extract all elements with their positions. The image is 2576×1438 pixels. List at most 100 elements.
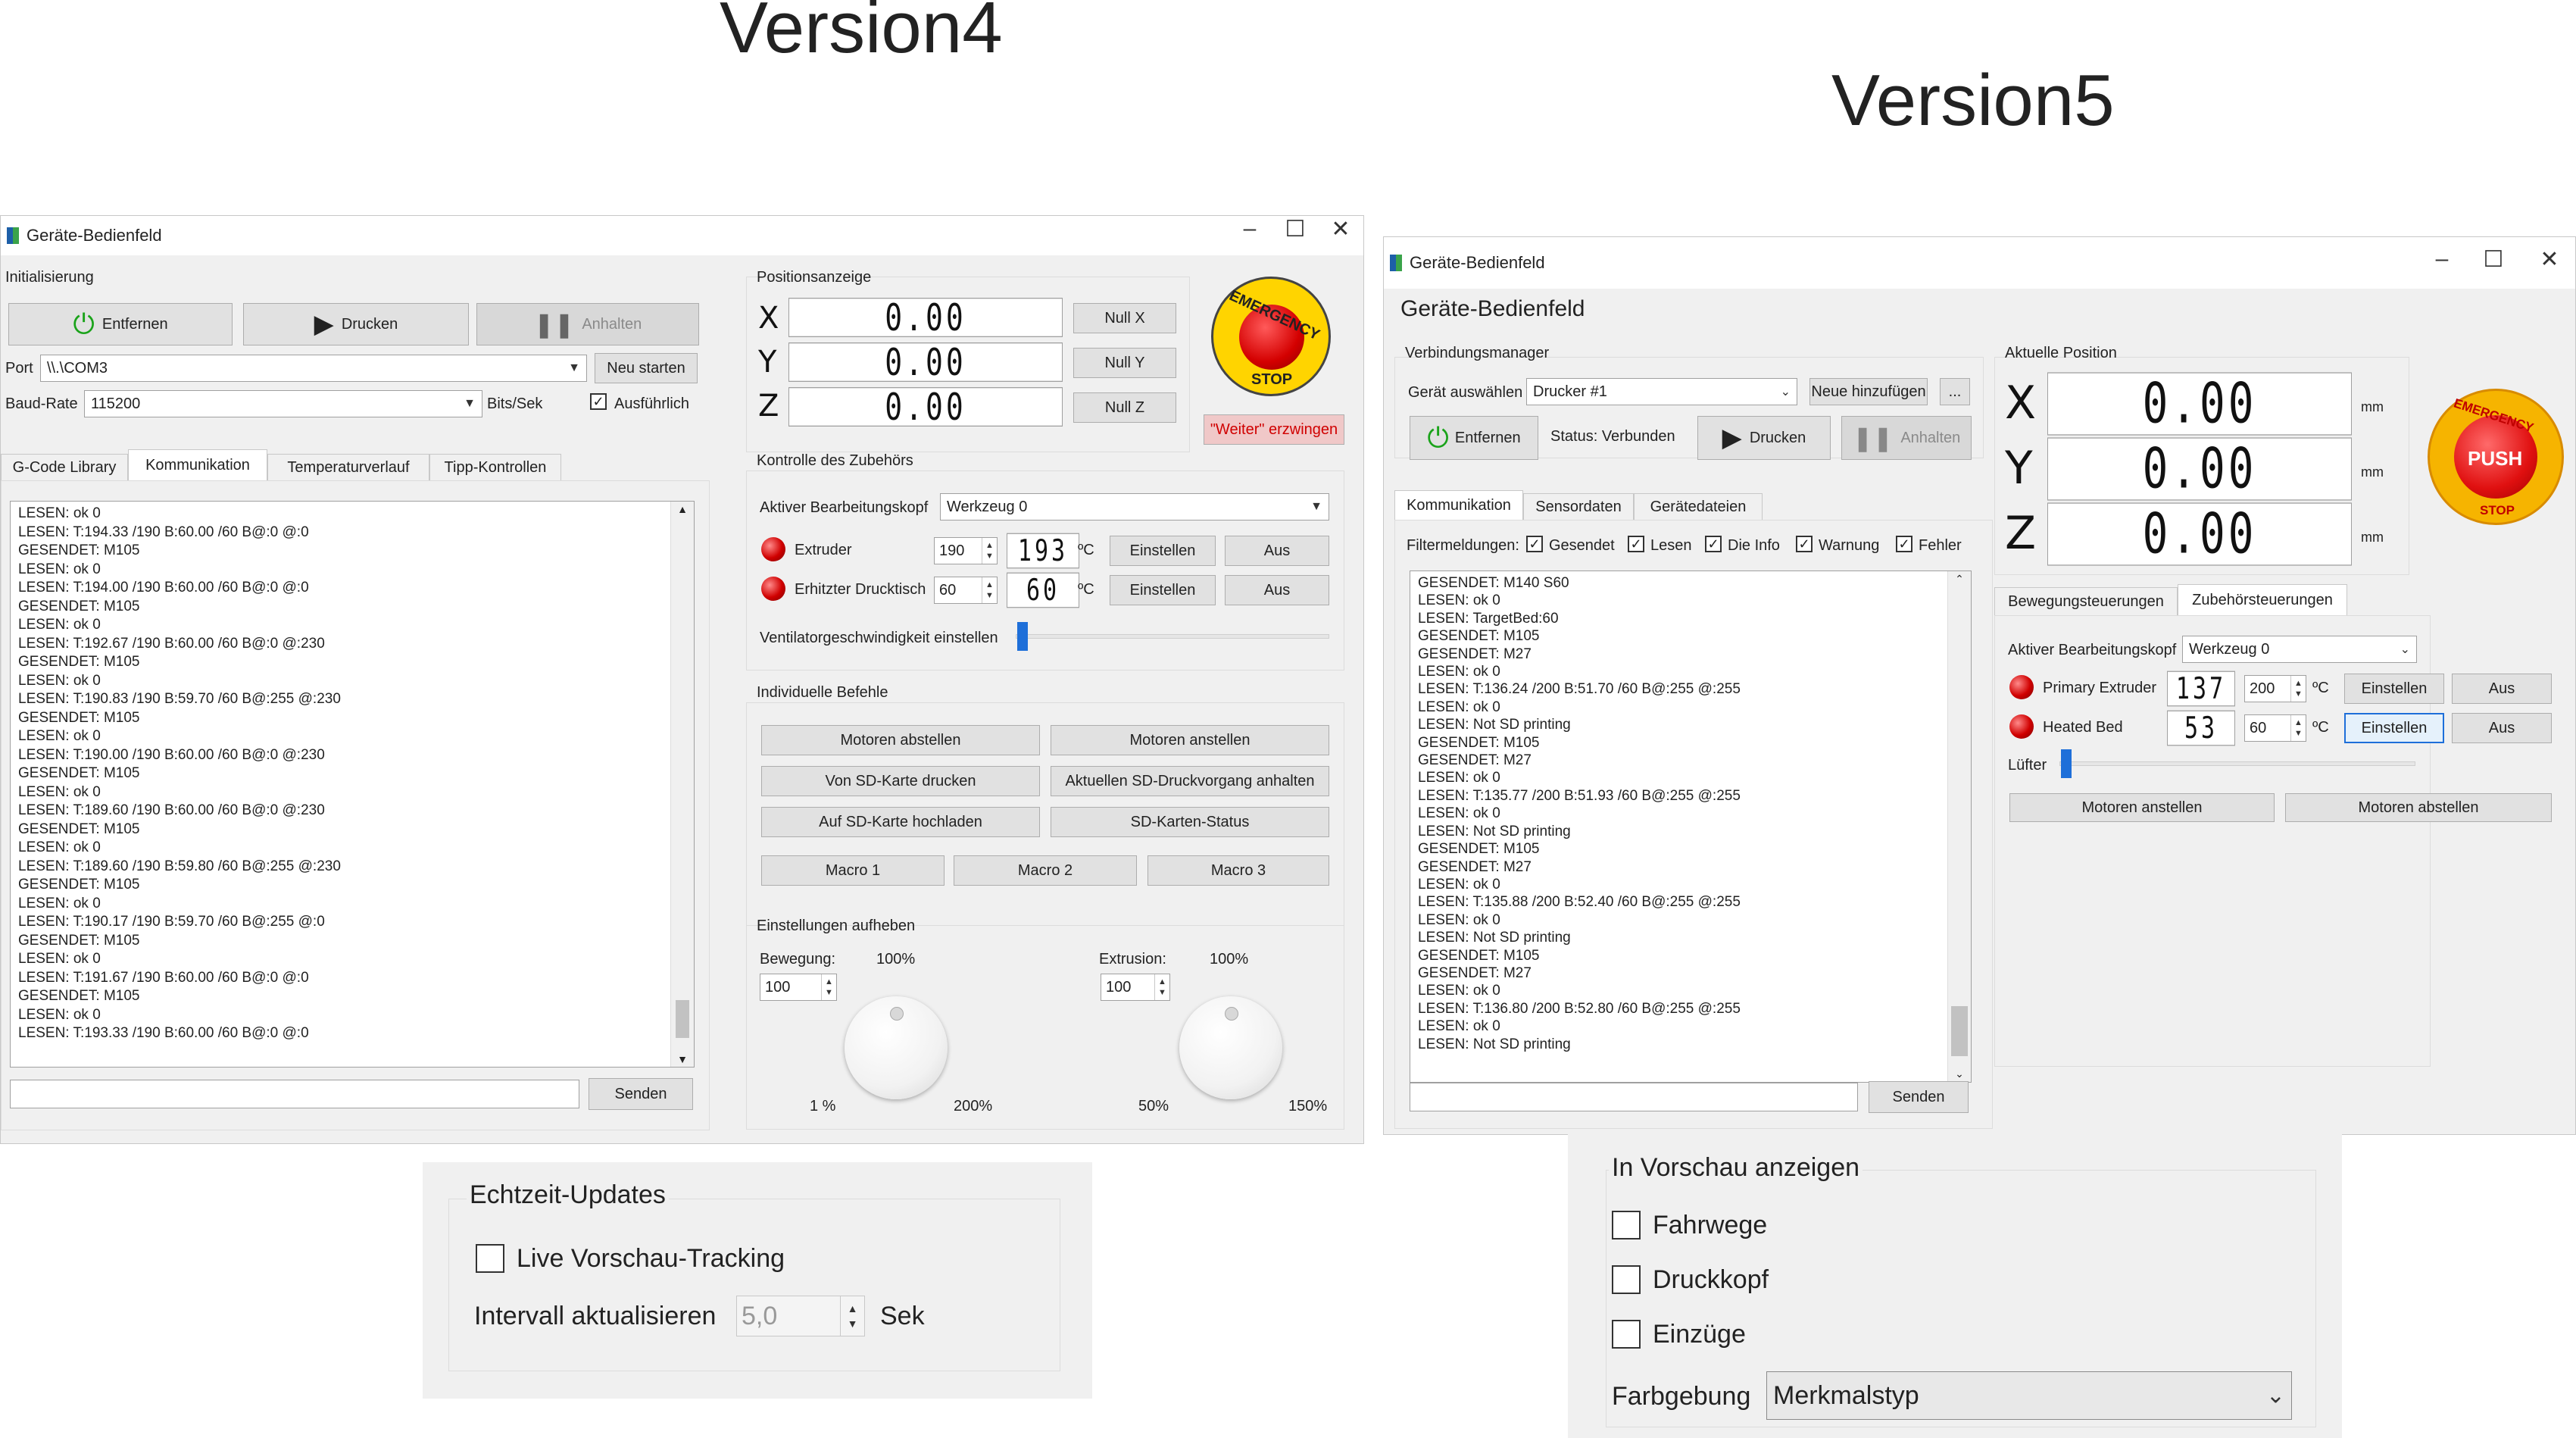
bed-target-spinner[interactable]: 60 ▲ ▼ — [934, 577, 998, 604]
filter-info-checkbox[interactable]: ✓ — [1705, 536, 1722, 552]
device-select[interactable]: Drucker #1 ⌄ — [1526, 378, 1797, 405]
motors-on-button[interactable]: Motoren anstellen — [2009, 793, 2275, 822]
null-x-button[interactable]: Null X — [1073, 303, 1176, 333]
head-select[interactable]: Werkzeug 0 ▼ — [940, 493, 1329, 520]
more-button[interactable]: ... — [1940, 378, 1970, 405]
tab-sensordaten[interactable]: Sensordaten — [1523, 493, 1634, 520]
send-button[interactable]: Senden — [589, 1078, 693, 1110]
send-button[interactable]: Senden — [1869, 1081, 1969, 1113]
scroll-up-icon[interactable]: ▲ — [671, 503, 694, 515]
spinner-arrows-icon[interactable]: ▲ ▼ — [1154, 974, 1169, 1000]
macro-2-button[interactable]: Macro 2 — [954, 855, 1137, 886]
pause-button[interactable]: ❚❚ Anhalten — [476, 303, 699, 345]
print-from-sd-button[interactable]: Von SD-Karte drucken — [761, 766, 1040, 796]
spinner-arrows-icon[interactable]: ▲ ▼ — [2290, 676, 2306, 702]
spinner-arrows-icon[interactable]: ▲ ▼ — [982, 538, 997, 564]
close-icon[interactable]: ✕ — [1318, 216, 1363, 242]
motors-on-button[interactable]: Motoren anstellen — [1051, 725, 1329, 755]
log-scrollbar[interactable]: ⌃ ⌄ — [1947, 571, 1971, 1082]
extruder-set-button[interactable]: Einstellen — [1110, 536, 1216, 566]
filter-sent-checkbox[interactable]: ✓ — [1526, 536, 1543, 552]
move-knob[interactable] — [845, 996, 948, 1099]
print-button[interactable]: ▶ Drucken — [243, 303, 469, 345]
extruder-target-spinner[interactable]: 200 ▲ ▼ — [2244, 675, 2306, 702]
fan-slider-track[interactable] — [1016, 634, 1329, 639]
coloring-select[interactable]: Merkmalstyp ⌄ — [1766, 1371, 2292, 1420]
maximize-icon[interactable]: ☐ — [2471, 246, 2516, 273]
command-input[interactable] — [10, 1080, 579, 1108]
sd-status-button[interactable]: SD-Karten-Status — [1051, 807, 1329, 837]
extruder-set-button[interactable]: Einstellen — [2344, 674, 2444, 704]
minimize-icon[interactable]: – — [1227, 216, 1272, 242]
log-line: LESEN: Not SD printing — [1418, 717, 1571, 733]
filter-error-checkbox[interactable]: ✓ — [1896, 536, 1912, 552]
scroll-down-icon[interactable]: ⌄ — [1948, 1068, 1971, 1080]
fan-slider-thumb[interactable] — [1017, 622, 1028, 651]
v4-log-console[interactable]: LESEN: ok 0 LESEN: T:194.33 /190 B:60.00 … — [10, 501, 695, 1068]
baud-select[interactable]: 115200 ▼ — [84, 390, 482, 417]
bed-set-button[interactable]: Einstellen — [2344, 713, 2444, 743]
scroll-down-icon[interactable]: ▼ — [671, 1053, 694, 1065]
tab-geraetedateien[interactable]: Gerätedateien — [1634, 493, 1763, 520]
port-select[interactable]: \\.\COM3 ▼ — [40, 355, 587, 382]
tab-temperaturverlauf[interactable]: Temperaturverlauf — [267, 454, 429, 481]
pause-sd-print-button[interactable]: Aktuellen SD-Druckvorgang anhalten — [1051, 766, 1329, 796]
tab-bewegungsteuerungen[interactable]: Bewegungsteuerungen — [1994, 587, 2178, 616]
scroll-thumb[interactable] — [1951, 1006, 1968, 1056]
bed-set-button[interactable]: Einstellen — [1110, 575, 1216, 605]
bed-off-button[interactable]: Aus — [1225, 575, 1329, 605]
extruder-off-button[interactable]: Aus — [2452, 674, 2552, 704]
spinner-arrows-icon[interactable]: ▲ ▼ — [821, 974, 836, 1000]
interval-spinner[interactable]: 5,0 ▲ ▼ — [736, 1296, 865, 1336]
print-button[interactable]: ▶ Drucken — [1697, 416, 1831, 460]
emergency-stop-button[interactable]: EMERGENCY STOP — [1211, 277, 1331, 396]
pause-button[interactable]: ❚❚ Anhalten — [1841, 416, 1972, 460]
minimize-icon[interactable]: – — [2419, 246, 2465, 272]
spinner-arrows-icon[interactable]: ▲ ▼ — [840, 1296, 864, 1336]
tab-kommunikation[interactable]: Kommunikation — [128, 449, 267, 481]
printhead-checkbox[interactable] — [1612, 1265, 1641, 1294]
tab-tipp-kontrollen[interactable]: Tipp-Kontrollen — [429, 454, 561, 481]
scroll-thumb[interactable] — [676, 1000, 689, 1038]
extrusion-spinner[interactable]: 100 ▲ ▼ — [1101, 974, 1170, 1001]
macro-1-button[interactable]: Macro 1 — [761, 855, 945, 886]
fan-slider-track[interactable] — [2059, 761, 2415, 766]
tab-zubehoersteuerungen[interactable]: Zubehörsteuerungen — [2178, 584, 2347, 616]
upload-sd-button[interactable]: Auf SD-Karte hochladen — [761, 807, 1040, 837]
command-input[interactable] — [1410, 1083, 1858, 1111]
v5-log-console[interactable]: GESENDET: M140 S60 LESEN: ok 0 LESEN: Targ… — [1410, 571, 1972, 1083]
spinner-arrows-icon[interactable]: ▲ ▼ — [982, 577, 997, 603]
maximize-icon[interactable]: ☐ — [1272, 216, 1318, 242]
force-continue-button[interactable]: "Weiter" erzwingen — [1204, 414, 1344, 445]
retraction-checkbox[interactable] — [1612, 1320, 1641, 1349]
fan-slider-thumb[interactable] — [2061, 749, 2072, 778]
macro-3-button[interactable]: Macro 3 — [1147, 855, 1329, 886]
motors-off-button[interactable]: Motoren abstellen — [761, 725, 1040, 755]
filter-read-checkbox[interactable]: ✓ — [1628, 536, 1644, 552]
extruder-target-spinner[interactable]: 190 ▲ ▼ — [934, 537, 998, 564]
remove-button[interactable]: ⏻ Entfernen — [1410, 416, 1538, 460]
spinner-arrows-icon[interactable]: ▲ ▼ — [2290, 715, 2306, 741]
extruder-off-button[interactable]: Aus — [1225, 536, 1329, 566]
close-icon[interactable]: ✕ — [2527, 246, 2572, 273]
bed-target-spinner[interactable]: 60 ▲ ▼ — [2244, 714, 2306, 742]
tab-kommunikation[interactable]: Kommunikation — [1394, 490, 1523, 520]
extrusion-knob[interactable] — [1179, 996, 1282, 1099]
tab-gcode-library[interactable]: G-Code Library — [1, 454, 128, 481]
motors-off-button[interactable]: Motoren abstellen — [2285, 793, 2552, 822]
log-scrollbar[interactable]: ▲ ▼ — [670, 502, 694, 1067]
verbose-checkbox[interactable]: ✓ — [590, 393, 607, 410]
emergency-stop-button[interactable]: PUSH EMERGENCY STOP — [2428, 389, 2564, 525]
scroll-up-icon[interactable]: ⌃ — [1948, 573, 1971, 586]
null-z-button[interactable]: Null Z — [1073, 392, 1176, 423]
add-device-button[interactable]: Neue hinzufügen — [1809, 378, 1928, 405]
filter-warning-checkbox[interactable]: ✓ — [1796, 536, 1813, 552]
restart-button[interactable]: Neu starten — [595, 353, 698, 383]
remove-button[interactable]: ⏻ Entfernen — [8, 303, 233, 345]
travel-checkbox[interactable] — [1612, 1211, 1641, 1239]
live-tracking-checkbox[interactable] — [476, 1244, 504, 1273]
head-select[interactable]: Werkzeug 0 ⌄ — [2182, 636, 2417, 663]
bed-off-button[interactable]: Aus — [2452, 713, 2552, 743]
null-y-button[interactable]: Null Y — [1073, 348, 1176, 378]
move-spinner[interactable]: 100 ▲ ▼ — [760, 974, 837, 1001]
